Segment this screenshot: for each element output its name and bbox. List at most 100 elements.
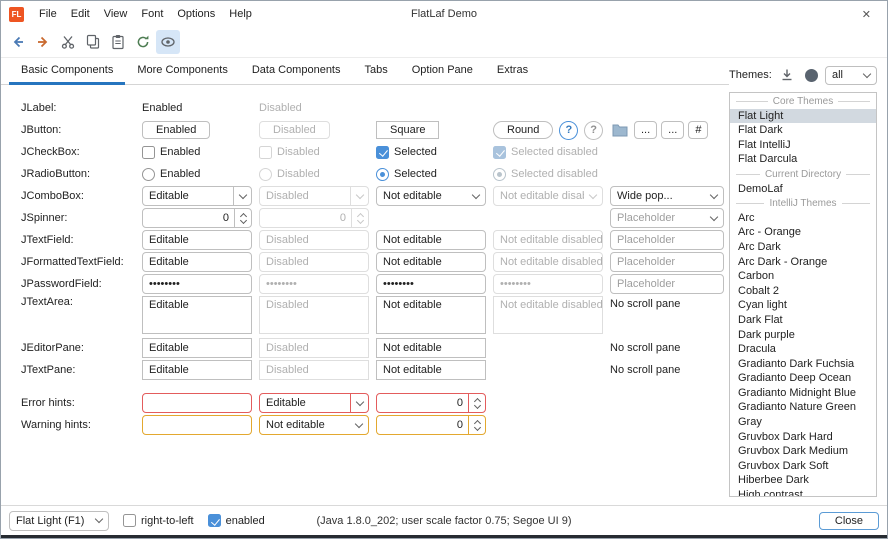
passwordfield-placeholder[interactable]: Placeholder — [610, 274, 724, 294]
editorpane-no-scroll-pane[interactable]: No scroll pane — [610, 342, 724, 354]
themes-filter-select[interactable]: all — [825, 65, 877, 85]
theme-list-item[interactable]: Flat Dark — [730, 123, 876, 138]
radio-selected-disabled[interactable]: Selected disabled — [493, 167, 603, 181]
textarea-not-editable-disabled[interactable]: Not editable disabled — [493, 296, 603, 334]
theme-list-item[interactable]: Arc - Orange — [730, 225, 876, 240]
copy-button[interactable] — [81, 30, 105, 54]
textpane-disabled[interactable]: Disabled — [259, 360, 369, 380]
checkbox-selected[interactable]: Selected — [376, 145, 486, 159]
theme-list-item[interactable]: Gradianto Deep Ocean — [730, 371, 876, 386]
theme-list-item[interactable]: Gruvbox Dark Hard — [730, 430, 876, 445]
textfield-not-editable[interactable]: Not editable — [376, 230, 486, 250]
textfield-disabled[interactable]: Disabled — [259, 230, 369, 250]
help-button-secondary[interactable]: ? — [584, 120, 603, 140]
formattedtextfield-placeholder[interactable]: Placeholder — [610, 252, 724, 272]
paste-button[interactable] — [106, 30, 130, 54]
tab-more-components[interactable]: More Components — [125, 58, 240, 85]
passwordfield-not-editable-disabled[interactable]: •••••••• — [493, 274, 603, 294]
warning-spinner[interactable]: 0 — [376, 415, 486, 435]
spinner-arrows[interactable] — [468, 416, 485, 434]
help-button-primary[interactable]: ? — [559, 120, 579, 140]
textfield-editable[interactable]: Editable — [142, 230, 252, 250]
refresh-button[interactable] — [131, 30, 155, 54]
textpane-editable[interactable]: Editable — [142, 360, 252, 380]
spinner-disabled[interactable]: 0 — [259, 208, 369, 228]
combobox-editable[interactable]: Editable — [142, 186, 252, 206]
error-spinner[interactable]: 0 — [376, 393, 486, 413]
menu-font[interactable]: Font — [134, 3, 170, 25]
radio-disabled[interactable]: Disabled — [259, 167, 369, 181]
tab-extras[interactable]: Extras — [485, 58, 540, 85]
theme-list-item[interactable]: DemoLaf — [730, 182, 876, 197]
checkbox-selected-disabled[interactable]: Selected disabled — [493, 145, 603, 159]
theme-list-item[interactable]: Cobalt 2 — [730, 284, 876, 299]
jbutton-square[interactable]: Square — [376, 121, 440, 139]
theme-list-item[interactable]: Flat IntelliJ — [730, 138, 876, 153]
tab-data-components[interactable]: Data Components — [240, 58, 353, 85]
warning-textfield[interactable] — [142, 415, 252, 435]
tab-option-pane[interactable]: Option Pane — [400, 58, 485, 85]
formattedtextfield-editable[interactable]: Editable — [142, 252, 252, 272]
textfield-not-editable-disabled[interactable]: Not editable disabled — [493, 230, 603, 250]
theme-list-item[interactable]: Gruvbox Dark Medium — [730, 444, 876, 459]
editorpane-not-editable[interactable]: Not editable — [376, 338, 486, 358]
jbutton-round[interactable]: Round — [493, 121, 554, 139]
window-close-button[interactable]: ✕ — [852, 5, 881, 24]
tab-basic-components[interactable]: Basic Components — [9, 58, 126, 85]
folder-button[interactable] — [610, 122, 630, 138]
checkbox-enabled[interactable]: Enabled — [142, 145, 252, 159]
themes-list[interactable]: Core Themes Flat Light Flat Dark Flat Intel… — [729, 92, 877, 497]
mnemonic-button[interactable]: # — [688, 121, 709, 139]
spinner-enabled[interactable]: 0 — [142, 208, 252, 228]
tab-tabs[interactable]: Tabs — [353, 58, 400, 85]
error-combobox[interactable]: Editable — [259, 393, 369, 413]
combobox-not-editable[interactable]: Not editable — [376, 186, 486, 206]
menu-help[interactable]: Help — [222, 3, 259, 25]
download-button[interactable] — [777, 65, 797, 85]
textpane-not-editable[interactable]: Not editable — [376, 360, 486, 380]
textarea-not-editable[interactable]: Not editable — [376, 296, 486, 334]
radio-selected[interactable]: Selected — [376, 167, 486, 181]
cut-button[interactable] — [56, 30, 80, 54]
theme-list-item[interactable]: Arc — [730, 211, 876, 226]
textarea-editable[interactable]: Editable — [142, 296, 252, 334]
theme-list-item[interactable]: Gradianto Dark Fuchsia — [730, 357, 876, 372]
theme-list-item[interactable]: Dark purple — [730, 328, 876, 343]
forward-button[interactable] — [31, 30, 55, 54]
theme-list-item[interactable]: Dracula — [730, 342, 876, 357]
formattedtextfield-disabled[interactable]: Disabled — [259, 252, 369, 272]
editorpane-editable[interactable]: Editable — [142, 338, 252, 358]
lookandfeel-select[interactable]: Flat Light (F1) — [9, 510, 109, 531]
theme-list-item[interactable]: Dark Flat — [730, 313, 876, 328]
back-button[interactable] — [6, 30, 30, 54]
theme-list-item[interactable]: Gray — [730, 415, 876, 430]
theme-list-item[interactable]: Flat Darcula — [730, 152, 876, 167]
theme-list-item[interactable]: Carbon — [730, 269, 876, 284]
formattedtextfield-not-editable-disabled[interactable]: Not editable disabled — [493, 252, 603, 272]
enabled-checkbox[interactable]: enabled — [207, 514, 265, 527]
github-button[interactable] — [801, 65, 821, 85]
menu-view[interactable]: View — [97, 3, 135, 25]
menu-edit[interactable]: Edit — [64, 3, 97, 25]
jbutton-enabled[interactable]: Enabled — [142, 121, 211, 139]
menu-file[interactable]: File — [32, 3, 64, 25]
theme-list-item[interactable]: Gruvbox Dark Soft — [730, 459, 876, 474]
theme-list-item[interactable]: Arc Dark — [730, 240, 876, 255]
spinner-arrows[interactable] — [468, 394, 485, 412]
theme-list-item[interactable]: Hiberbee Dark — [730, 473, 876, 488]
theme-list-item[interactable]: Flat Light — [730, 108, 876, 124]
ellipsis-button-1[interactable]: ... — [634, 121, 658, 139]
ellipsis-button-2[interactable]: ... — [661, 121, 685, 139]
theme-list-item[interactable]: Gradianto Nature Green — [730, 400, 876, 415]
textarea-disabled[interactable]: Disabled — [259, 296, 369, 334]
combobox-wide-popup[interactable]: Wide pop... — [610, 186, 724, 206]
passwordfield-editable[interactable]: •••••••• — [142, 274, 252, 294]
editorpane-disabled[interactable]: Disabled — [259, 338, 369, 358]
error-textfield[interactable] — [142, 393, 252, 413]
textfield-placeholder[interactable]: Placeholder — [610, 230, 724, 250]
combobox-not-editable-disabled[interactable]: Not editable disabled — [493, 186, 603, 206]
menu-options[interactable]: Options — [170, 3, 222, 25]
textarea-no-scroll-pane[interactable]: No scroll pane — [610, 296, 724, 310]
theme-list-item[interactable]: Arc Dark - Orange — [730, 255, 876, 270]
passwordfield-disabled[interactable]: •••••••• — [259, 274, 369, 294]
